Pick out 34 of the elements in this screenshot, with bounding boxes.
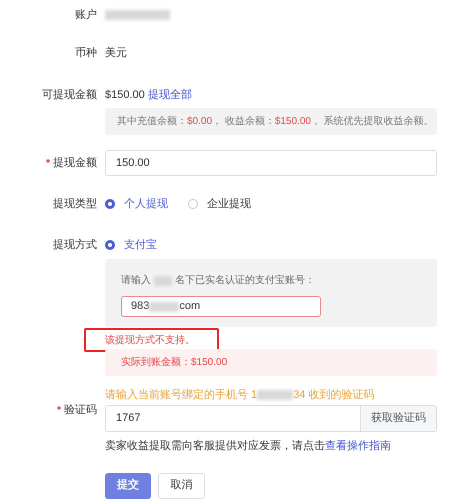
radio-option[interactable]: 企业提现 [188, 196, 251, 212]
field-label: 验证码 [64, 403, 97, 418]
error-message: 该提现方式不支持。 [105, 334, 195, 348]
submit-button[interactable]: 提交 [105, 472, 151, 498]
prompt-text: 名下已实名认证的支付宝账号： [175, 274, 315, 288]
blurred-text [105, 10, 170, 20]
actual-amount: 实际到账金额：$150.00 [121, 356, 228, 370]
alipay-account-input[interactable]: 983 com [121, 296, 321, 317]
field-label: 可提现金额 [42, 88, 97, 103]
blurred-text [257, 390, 294, 400]
radio-button[interactable] [105, 240, 115, 250]
blurred-text [149, 302, 180, 312]
amount-input[interactable]: 150.00 [105, 150, 437, 176]
cancel-button[interactable]: 取消 [158, 472, 205, 498]
withdraw-all-link[interactable]: 提现全部 [148, 86, 192, 104]
invoice-note: 卖家收益提取需向客服提供对应发票，请点击查看操作指南 [105, 440, 391, 452]
code-hint: 34 收到的验证码 [293, 388, 374, 403]
field-label: 账户 [75, 8, 97, 23]
currency-value: 美元 [105, 46, 127, 61]
guide-link[interactable]: 查看操作指南 [325, 440, 391, 452]
code-input[interactable]: 1767 [105, 405, 361, 432]
radio-option[interactable]: 个人提现 [105, 196, 168, 212]
field-label: 提现类型 [53, 196, 97, 212]
balance-text: 其中充值余额：$0.00， 收益余额：$150.00， 系统优先提取收益余额。 [117, 114, 434, 129]
field-label: 币种 [75, 46, 97, 61]
available-amount: $150.00 [105, 88, 145, 103]
field-label: 提现金额 [53, 156, 97, 171]
blurred-text [154, 276, 172, 286]
field-label: 提现方式 [53, 238, 97, 253]
code-hint: 请输入当前账号绑定的手机号 1 [105, 388, 258, 403]
radio-option[interactable]: 支付宝 [105, 236, 157, 254]
radio-button[interactable] [105, 199, 115, 209]
get-code-button[interactable]: 获取验证码 [361, 405, 437, 432]
prompt-text: 请输入 [121, 274, 151, 288]
